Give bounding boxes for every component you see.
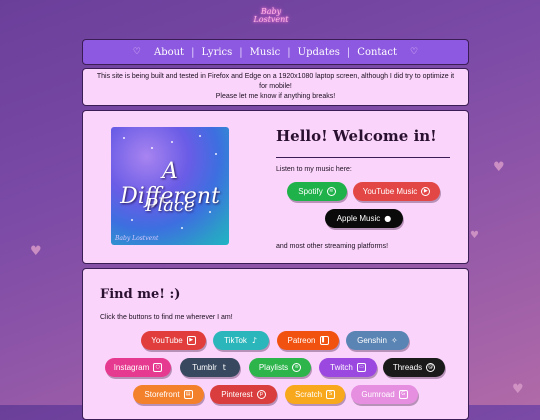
apple-music-label: Apple Music (336, 214, 381, 223)
spotify-label: Spotify (298, 187, 323, 196)
tumblr-icon: t (222, 362, 226, 372)
top-navbar: ♡ About | Lyrics | Music | Updates | Con… (82, 39, 469, 65)
tumblr-button[interactable]: Tumblr t (180, 358, 240, 377)
background-heart-icon: ♥ (30, 244, 42, 259)
heart-icon: ♡ (132, 47, 141, 57)
scratch-icon: S (326, 390, 336, 399)
youtube-icon: ▶ (186, 336, 196, 345)
tiktok-button[interactable]: TikTok ♪ (213, 331, 269, 350)
divider (276, 157, 450, 158)
apple-icon: ● (384, 213, 392, 223)
nav-lyrics[interactable]: Lyrics (194, 47, 239, 58)
sparkle (199, 135, 201, 137)
background-heart-icon: ♥ (493, 160, 505, 175)
patreon-icon: ▌ (319, 336, 329, 345)
nav-contact[interactable]: Contact (350, 47, 404, 58)
scratch-button[interactable]: Scratch S (285, 385, 345, 404)
nav-music[interactable]: Music (243, 47, 288, 58)
patreon-label: Patreon (287, 336, 316, 345)
album-title-line-2: Place (145, 195, 195, 216)
find-me-card: Find me! :) Click the buttons to find me… (82, 268, 469, 420)
sparkle (215, 153, 217, 155)
pinterest-button[interactable]: Pinterest p (210, 385, 277, 404)
notice-line-1: This site is being built and tested in F… (96, 73, 455, 90)
sparkle (171, 141, 173, 143)
site-logo[interactable]: Baby Lostvent (242, 8, 300, 34)
find-me-subtitle: Click the buttons to find me wherever I … (100, 314, 233, 321)
tumblr-label: Tumblr (192, 363, 217, 372)
storefront-button[interactable]: Storefront ▤ (133, 385, 204, 404)
instagram-label: Instagram (113, 363, 150, 372)
nav-updates[interactable]: Updates (291, 47, 347, 58)
youtube-button[interactable]: YouTube ▶ (141, 331, 206, 350)
spotify-icon: ≋ (326, 187, 336, 196)
spotify-button[interactable]: Spotify ≋ (287, 182, 347, 201)
gumroad-label: Gumroad (361, 390, 395, 399)
find-me-title: Find me! :) (100, 287, 181, 302)
album-signature: Baby Lostvent (115, 235, 159, 242)
twitch-icon: ▭ (356, 363, 366, 372)
tiktok-label: TikTok (224, 336, 247, 345)
pinterest-label: Pinterest (221, 390, 253, 399)
twitch-label: Twitch (330, 363, 353, 372)
youtube-music-button[interactable]: YouTube Music ▶ (353, 182, 440, 201)
threads-label: Threads (392, 363, 423, 372)
gumroad-button[interactable]: Gumroad G (351, 385, 418, 404)
instagram-button[interactable]: Instagram ○ (105, 358, 171, 377)
listen-text: Listen to my music here: (276, 166, 352, 173)
sparkle (151, 147, 153, 149)
pinterest-icon: p (256, 390, 266, 399)
background-heart-icon: ♥ (512, 382, 524, 397)
scratch-label: Scratch (294, 390, 323, 399)
sparkle (123, 137, 125, 139)
background-heart-icon: ♥ (470, 230, 479, 241)
notice-line-2: Please let me know if anything breaks! (215, 93, 336, 100)
playlists-button[interactable]: Playlists ≋ (249, 358, 311, 377)
youtube-music-icon: ▶ (421, 187, 431, 196)
threads-button[interactable]: Threads @ (383, 358, 445, 377)
album-cover[interactable]: A Different Place Baby Lostvent (111, 127, 229, 245)
sparkle (181, 227, 183, 229)
genshin-button[interactable]: Genshin ✧ (346, 331, 409, 350)
sparkle (131, 219, 133, 221)
youtube-label: YouTube (151, 336, 183, 345)
genshin-label: Genshin (357, 336, 387, 345)
tiktok-icon: ♪ (251, 335, 257, 345)
patreon-button[interactable]: Patreon ▌ (277, 331, 339, 350)
heart-icon: ♡ (410, 47, 419, 57)
other-platforms-text: and most other streaming platforms! (276, 243, 389, 250)
logo-line-2: Lostvent (253, 15, 289, 24)
storefront-label: Storefront (144, 390, 180, 399)
apple-music-button[interactable]: Apple Music ● (325, 209, 403, 228)
welcome-card: A Different Place Baby Lostvent Hello! W… (82, 110, 469, 264)
twitch-button[interactable]: Twitch ▭ (319, 358, 377, 377)
genshin-icon: ✧ (391, 335, 398, 345)
instagram-icon: ○ (153, 363, 163, 372)
threads-icon: @ (426, 363, 436, 372)
site-notice: This site is being built and tested in F… (82, 68, 469, 106)
youtube-music-label: YouTube Music (362, 187, 418, 196)
spotify-playlists-icon: ≋ (292, 363, 302, 372)
nav-about[interactable]: About (147, 47, 191, 58)
gumroad-icon: G (398, 390, 408, 399)
welcome-title: Hello! Welcome in! (276, 127, 437, 145)
storefront-icon: ▤ (183, 390, 193, 399)
playlists-label: Playlists (258, 363, 289, 372)
